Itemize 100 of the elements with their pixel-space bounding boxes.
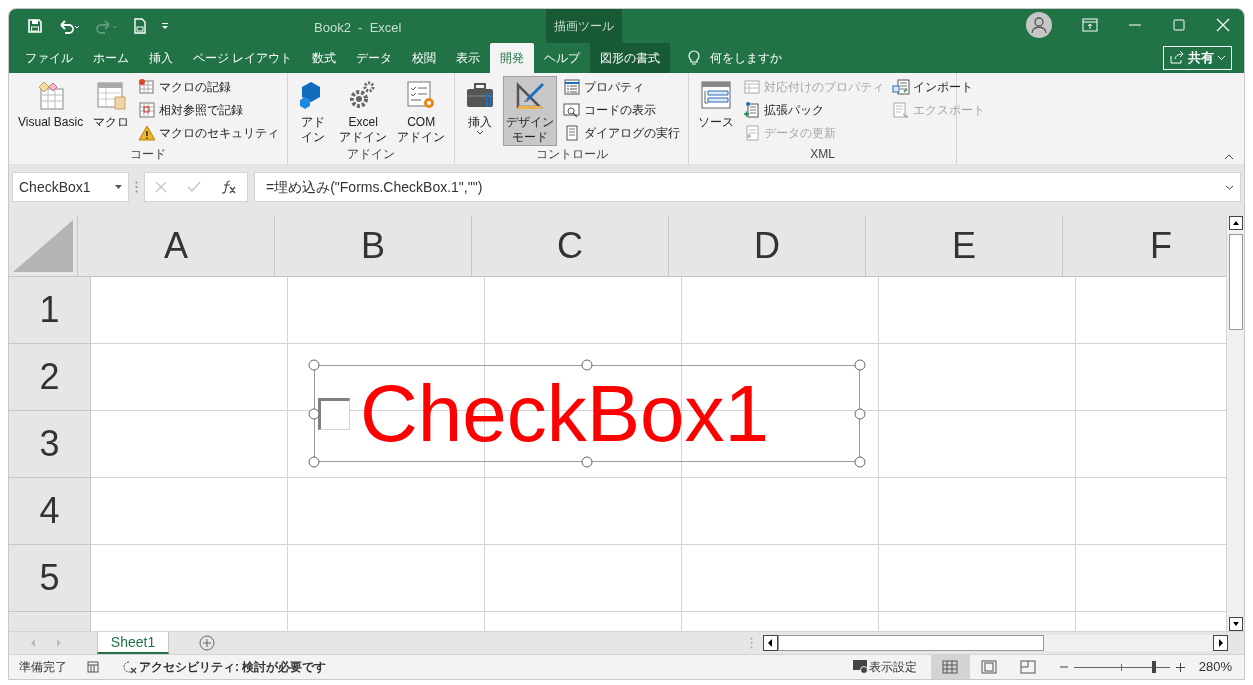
ribbon-button[interactable]: 挿入 — [461, 75, 500, 146]
resize-handle[interactable] — [854, 456, 866, 468]
save-icon[interactable] — [27, 17, 43, 34]
resize-handle[interactable] — [854, 408, 866, 420]
insert-function-icon[interactable] — [221, 180, 237, 195]
export-icon — [892, 100, 911, 119]
checkbox-label: CheckBox1 — [360, 373, 770, 454]
dropdown-arrow-icon[interactable] — [115, 185, 122, 190]
ribbon-button[interactable]: Excel アドイン — [336, 75, 391, 146]
context-tab-label: 描画ツール — [546, 9, 622, 43]
ribbon-button[interactable]: インポート — [890, 75, 988, 98]
row-header[interactable]: 4 — [9, 478, 91, 546]
resize-handle[interactable] — [581, 359, 593, 371]
collapse-ribbon-icon[interactable] — [1224, 153, 1234, 160]
formula-bar[interactable]: =埋め込み("Forms.CheckBox.1","") — [254, 172, 1241, 203]
table-icon — [743, 77, 762, 96]
magnifier-window-icon — [563, 100, 582, 119]
scroll-thumb[interactable] — [778, 635, 1044, 652]
zoom-slider[interactable] — [1073, 660, 1170, 675]
horizontal-scrollbar[interactable] — [763, 635, 1228, 652]
ribbon-button[interactable]: マクロ — [90, 75, 133, 146]
normal-view-icon — [942, 660, 959, 675]
row-header[interactable]: 3 — [9, 411, 91, 479]
ribbon-tab[interactable]: 図形の書式 — [590, 42, 671, 73]
ribbon-button[interactable]: ソース — [695, 75, 738, 146]
resize-handle[interactable] — [581, 456, 593, 468]
row-header[interactable]: 1 — [9, 277, 91, 345]
zoom-slider-thumb[interactable] — [1151, 661, 1156, 674]
ribbon-tab[interactable]: 挿入 — [139, 42, 183, 73]
status-text: 準備完了 — [19, 659, 67, 677]
print-preview-icon[interactable] — [133, 17, 147, 34]
macro-record-icon[interactable] — [87, 661, 99, 674]
ribbon-button[interactable]: デザイン モード — [503, 75, 558, 146]
ribbon-tab[interactable]: データ — [346, 42, 403, 73]
column-header[interactable]: D — [669, 216, 866, 277]
add-sheet-icon[interactable] — [199, 635, 215, 652]
group-label: アドイン — [346, 145, 397, 163]
customize-menu-icon[interactable] — [161, 21, 169, 30]
ribbon-tab[interactable]: ホーム — [83, 42, 139, 73]
resize-handle[interactable] — [854, 359, 866, 371]
search-field[interactable]: 何をしますか — [710, 48, 783, 67]
caret-icon — [476, 129, 485, 135]
document-icon — [743, 123, 762, 142]
view-button[interactable] — [930, 655, 970, 679]
expand-icon[interactable] — [1225, 184, 1234, 190]
sheet-tab[interactable]: Sheet1 — [97, 632, 169, 655]
ribbon-tab[interactable]: 数式 — [302, 42, 347, 73]
checkbox[interactable] — [318, 397, 350, 430]
resize-handle[interactable] — [308, 359, 320, 371]
ribbon-button[interactable]: Visual Basic — [15, 75, 87, 146]
column-header[interactable]: A — [78, 216, 275, 277]
share-icon — [1170, 51, 1184, 65]
ribbon-button[interactable]: ダイアログの実行 — [561, 121, 683, 144]
ribbon-tab[interactable]: ファイル — [15, 42, 83, 73]
share-button[interactable]: 共有 — [1163, 45, 1232, 70]
group-label: コントロール — [534, 145, 609, 163]
column-header[interactable]: B — [275, 216, 472, 277]
scroll-down-icon[interactable] — [1228, 617, 1243, 632]
warning-icon — [138, 123, 157, 142]
lightbulb-icon — [688, 49, 701, 67]
scroll-right-icon[interactable] — [1213, 635, 1228, 652]
display-settings-icon[interactable] — [852, 660, 869, 675]
accessibility-status[interactable]: アクセシビリティ: 検討が必要です — [139, 658, 327, 677]
row-header[interactable]: 2 — [9, 344, 91, 412]
zoom-level[interactable]: 280% — [1198, 657, 1232, 677]
scroll-up-icon[interactable] — [1228, 216, 1243, 231]
display-settings-button[interactable]: 表示設定 — [868, 658, 917, 677]
column-header[interactable]: E — [866, 216, 1063, 277]
undo-icon[interactable] — [57, 17, 81, 34]
column-header[interactable]: C — [472, 216, 669, 277]
ribbon-tab[interactable]: 表示 — [446, 42, 491, 73]
ribbon-button[interactable]: アド イン — [294, 75, 333, 146]
redo-icon — [95, 17, 119, 34]
maximize-icon[interactable] — [1172, 18, 1186, 32]
close-icon[interactable] — [1216, 18, 1230, 32]
grip-icon — [135, 181, 138, 194]
ribbon-tab[interactable]: ページ レイアウト — [183, 42, 303, 73]
name-box[interactable]: CheckBox1 — [12, 172, 129, 203]
resize-handle[interactable] — [308, 456, 320, 468]
scroll-thumb[interactable] — [1228, 234, 1243, 331]
zoom-in-icon[interactable] — [1175, 662, 1185, 672]
vertical-scrollbar[interactable] — [1226, 216, 1244, 632]
ribbon-button[interactable]: 拡張パック — [741, 98, 887, 121]
ribbon-tab[interactable]: 開発 — [490, 42, 535, 73]
ribbon-button[interactable]: コードの表示 — [561, 98, 683, 121]
account-avatar-icon[interactable] — [1026, 12, 1052, 38]
ribbon-button[interactable]: 相対参照で記録 — [136, 98, 282, 121]
document-plus-icon — [743, 100, 762, 119]
scroll-left-icon[interactable] — [763, 635, 778, 652]
ribbon-button[interactable]: COM アドイン — [394, 75, 449, 146]
ribbon-button[interactable]: マクロのセキュリティ — [136, 121, 282, 144]
ribbon-button[interactable]: マクロの記録 — [136, 75, 282, 98]
row-header[interactable]: 5 — [9, 545, 91, 613]
ribbon-display-icon[interactable] — [1082, 18, 1098, 32]
ribbon-tab[interactable]: ヘルプ — [534, 42, 591, 73]
resize-handle[interactable] — [308, 408, 320, 420]
group-label: コード — [129, 145, 168, 163]
ribbon-tab[interactable]: 校閲 — [402, 42, 447, 73]
accessibility-icon[interactable] — [121, 660, 137, 675]
ribbon-button[interactable]: プロパティ — [561, 75, 683, 98]
